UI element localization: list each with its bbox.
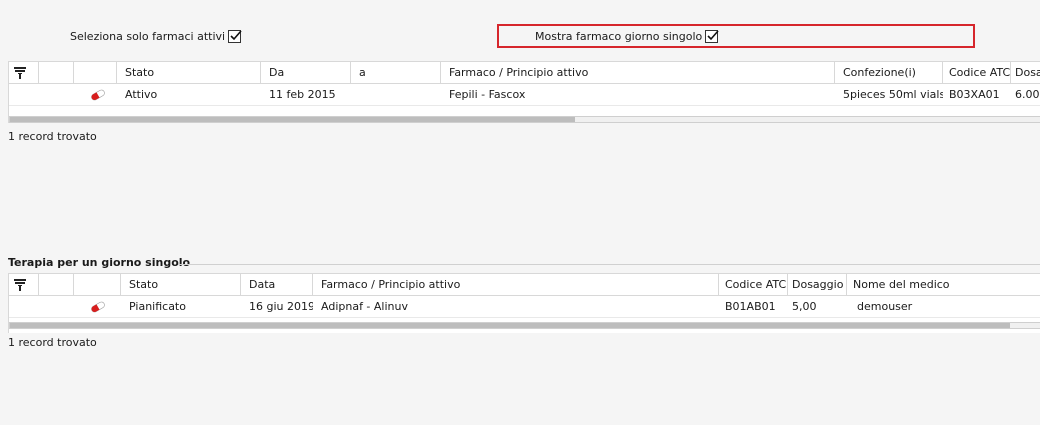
- pill-icon: [91, 89, 105, 101]
- col-atc[interactable]: Codice ATC: [943, 62, 1011, 84]
- checkmark-icon: [707, 30, 719, 41]
- col-medico[interactable]: Nome del medico: [847, 274, 1040, 296]
- row-spacer: [9, 296, 74, 318]
- single-day-filter[interactable]: Mostra farmaco giorno singolo: [535, 30, 719, 43]
- grid-header: Stato Data Farmaco / Principio attivo Co…: [9, 274, 1040, 296]
- active-drugs-grid: Stato Da a Farmaco / Principio attivo Co…: [8, 61, 1040, 123]
- col-dosaggio[interactable]: Dosa: [1011, 62, 1040, 84]
- pill-column-header: [74, 62, 117, 84]
- filter-column-header[interactable]: [9, 274, 39, 296]
- table-row[interactable]: Pianificato 16 giu 2019 Adipnaf - Alinuv…: [9, 296, 1040, 318]
- single-day-checkbox[interactable]: [705, 30, 719, 43]
- icon-column-header: [39, 274, 74, 296]
- pill-cell: [74, 296, 121, 318]
- cell-a: [351, 84, 441, 106]
- cell-stato: Pianificato: [121, 296, 241, 318]
- filter-icon[interactable]: [14, 279, 26, 291]
- col-confezione[interactable]: Confezione(i): [835, 62, 943, 84]
- horizontal-scrollbar[interactable]: [9, 322, 1040, 329]
- pill-cell: [74, 84, 117, 106]
- checkmark-icon: [230, 30, 242, 41]
- col-atc[interactable]: Codice ATC: [719, 274, 788, 296]
- cell-farmaco: Fepili - Fascox: [441, 84, 835, 106]
- cell-farmaco: Adipnaf - Alinuv: [313, 296, 719, 318]
- active-only-label: Seleziona solo farmaci attivi: [70, 30, 226, 43]
- scrollbar-thumb[interactable]: [10, 323, 1010, 328]
- cell-atc: B01AB01: [719, 296, 788, 318]
- cell-atc: B03XA01: [943, 84, 1011, 106]
- filter-icon[interactable]: [14, 67, 26, 79]
- pill-column-header: [74, 274, 121, 296]
- scrollbar-thumb[interactable]: [10, 117, 575, 122]
- table-row[interactable]: Attivo 11 feb 2015 Fepili - Fascox 5piec…: [9, 84, 1040, 106]
- cell-dosaggio: 5,00: [788, 296, 847, 318]
- active-only-checkbox[interactable]: [228, 30, 242, 43]
- cell-da: 11 feb 2015: [261, 84, 351, 106]
- filter-column-header[interactable]: [9, 62, 39, 84]
- col-dosaggio[interactable]: Dosaggio: [788, 274, 847, 296]
- grid-header: Stato Da a Farmaco / Principio attivo Co…: [9, 62, 1040, 84]
- col-stato[interactable]: Stato: [117, 62, 261, 84]
- cell-medico: demouser: [847, 296, 1040, 318]
- section-title: Terapia per un giorno singolo: [8, 256, 191, 269]
- single-day-grid: Stato Data Farmaco / Principio attivo Co…: [8, 273, 1040, 333]
- section-divider: [178, 264, 1040, 265]
- record-count: 1 record trovato: [8, 336, 97, 349]
- icon-column-header: [39, 62, 74, 84]
- single-day-label: Mostra farmaco giorno singolo: [535, 30, 703, 43]
- horizontal-scrollbar[interactable]: [9, 116, 1040, 123]
- col-stato[interactable]: Stato: [121, 274, 241, 296]
- col-da[interactable]: Da: [261, 62, 351, 84]
- col-farmaco[interactable]: Farmaco / Principio attivo: [313, 274, 719, 296]
- pill-icon: [91, 301, 105, 313]
- row-spacer: [9, 84, 74, 106]
- active-only-filter[interactable]: Seleziona solo farmaci attivi: [70, 30, 242, 43]
- col-farmaco[interactable]: Farmaco / Principio attivo: [441, 62, 835, 84]
- cell-confezione: 5pieces 50ml vials: [835, 84, 943, 106]
- cell-data: 16 giu 2019: [241, 296, 313, 318]
- col-a[interactable]: a: [351, 62, 441, 84]
- cell-dosaggio: 6.00: [1011, 84, 1040, 106]
- record-count: 1 record trovato: [8, 130, 97, 143]
- col-data[interactable]: Data: [241, 274, 313, 296]
- cell-stato: Attivo: [117, 84, 261, 106]
